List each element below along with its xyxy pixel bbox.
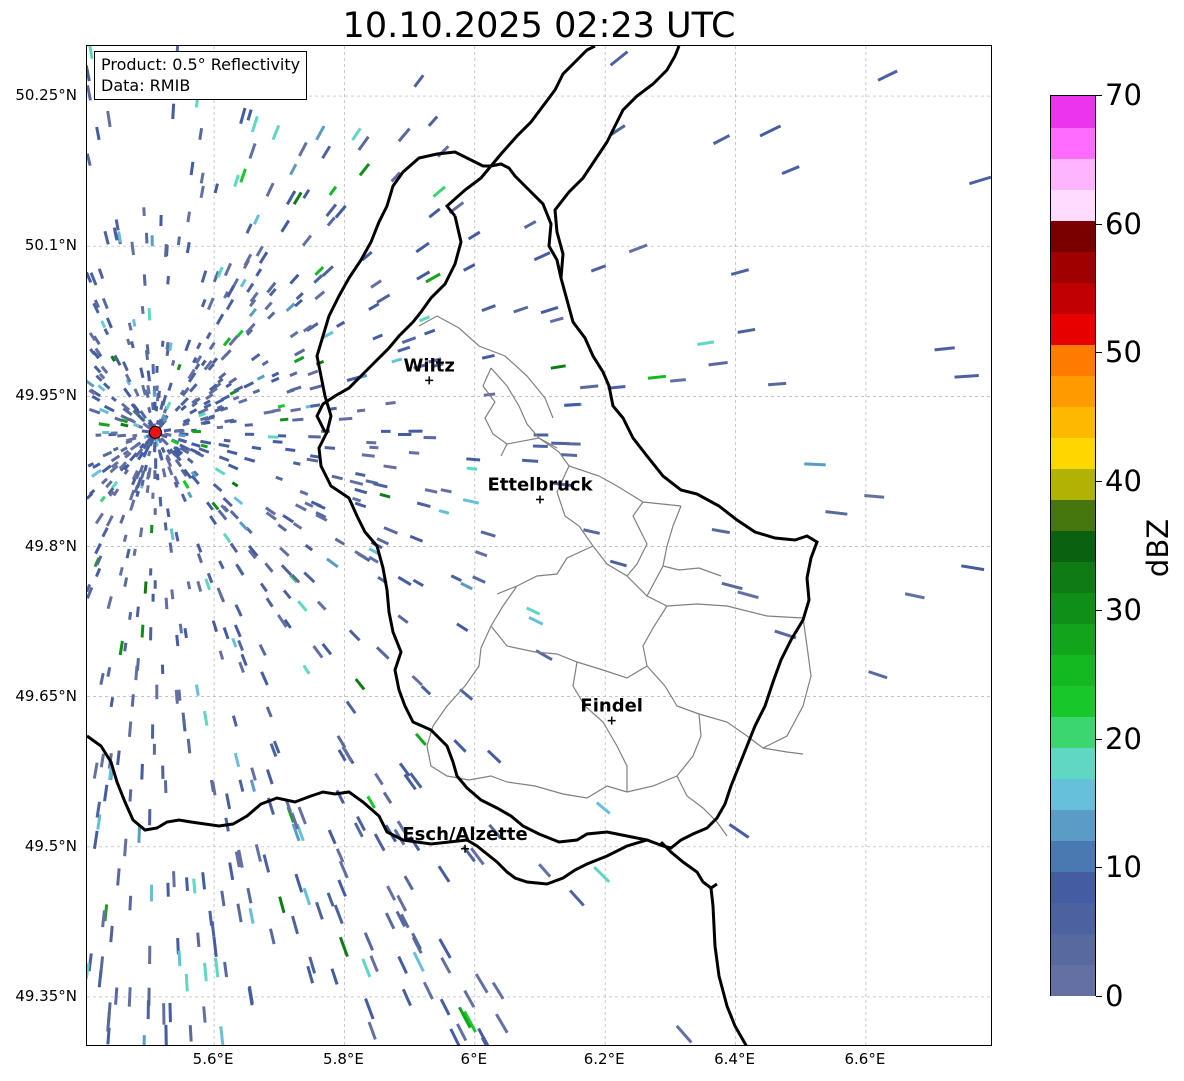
colorbar-segment	[1051, 251, 1095, 283]
product-label: Product: 0.5° Reflectivity	[101, 55, 301, 74]
city-label: Wiltz	[404, 355, 455, 376]
borders	[87, 46, 819, 1045]
dbz-colorbar	[1050, 95, 1096, 996]
map-title: 10.10.2025 02:23 UTC	[342, 6, 736, 46]
colorbar-segment	[1051, 933, 1095, 965]
colorbar-tick	[1096, 95, 1102, 96]
lat-tick-label: 50.25°N	[15, 86, 77, 105]
colorbar-tick-label: 30	[1105, 592, 1142, 627]
colorbar-segment	[1051, 189, 1095, 221]
lon-tick-label: 5.6°E	[192, 1050, 234, 1068]
lat-tick-label: 49.5°N	[24, 836, 77, 855]
city-marker: Esch/Alzette	[402, 824, 528, 853]
colorbar-tick-label: 60	[1105, 206, 1142, 241]
colorbar-tick	[1096, 867, 1102, 869]
city-label: Ettelbruck	[487, 474, 593, 495]
colorbar-segment	[1051, 778, 1095, 810]
colorbar-tick-label: 0	[1105, 979, 1124, 1013]
reflectivity-echoes	[87, 46, 991, 1045]
radar-site	[148, 425, 162, 439]
colorbar-segment	[1051, 375, 1095, 407]
city-marker: Ettelbruck	[487, 474, 594, 504]
data-source-label: Data: RMIB	[101, 76, 191, 95]
city-label: Findel	[580, 696, 643, 717]
lat-tick-label: 49.65°N	[15, 686, 77, 705]
colorbar-segment	[1051, 716, 1095, 748]
city-markers: Wiltz Ettelbruck Findel Esch/Alzette	[402, 355, 643, 853]
colorbar-segment	[1051, 654, 1095, 686]
colorbar-segment	[1051, 468, 1095, 500]
colorbar-segment	[1051, 406, 1095, 438]
radar-map-canvas: Wiltz Ettelbruck Findel Esch/Alzette	[87, 46, 991, 1045]
colorbar-segment	[1051, 530, 1095, 562]
colorbar-segment	[1051, 964, 1095, 996]
lat-tick-label: 49.8°N	[24, 536, 77, 555]
lat-tick-label: 49.95°N	[15, 386, 77, 405]
colorbar-tick	[1096, 996, 1102, 997]
city-marker: Wiltz	[404, 355, 455, 385]
lon-tick-label: 6.4°E	[714, 1050, 755, 1068]
colorbar-segment	[1051, 313, 1095, 345]
lon-tick-label: 6.2°E	[583, 1050, 625, 1068]
colorbar-segment	[1051, 809, 1095, 841]
colorbar-label: dBZ	[1141, 518, 1175, 578]
city-plus-icon	[536, 495, 544, 504]
colorbar-segment	[1051, 127, 1095, 159]
luxembourg-germany-east-border	[489, 46, 681, 279]
lat-tick-label: 49.35°N	[15, 986, 77, 1005]
colorbar-segment	[1051, 871, 1095, 903]
radar-site-icon	[148, 425, 162, 439]
colorbar-segment	[1051, 220, 1095, 252]
colorbar-segment	[1051, 158, 1095, 190]
city-label: Esch/Alzette	[402, 824, 527, 845]
colorbar-tick	[1096, 352, 1102, 354]
product-info-box: Product: 0.5° Reflectivity Data: RMIB	[94, 51, 308, 100]
colorbar-segment	[1051, 344, 1095, 376]
colorbar-segment	[1051, 747, 1095, 779]
colorbar-segment	[1051, 282, 1095, 314]
colorbar-segment	[1051, 561, 1095, 593]
canton-boundaries	[418, 315, 812, 837]
colorbar-tick-label: 20	[1105, 721, 1142, 756]
colorbar-segment	[1051, 902, 1095, 934]
colorbar-segment	[1051, 685, 1095, 717]
city-plus-icon	[607, 716, 616, 725]
luxembourg-border	[315, 150, 819, 850]
colorbar-segment	[1051, 623, 1095, 655]
colorbar-tick-label: 40	[1105, 464, 1142, 499]
lon-tick-label: 6°E	[460, 1050, 488, 1068]
lon-tick-label: 5.8°E	[323, 1050, 364, 1068]
colorbar-segment	[1051, 499, 1095, 531]
colorbar-tick-label: 70	[1105, 78, 1142, 112]
lon-tick-label: 6.6°E	[844, 1050, 886, 1068]
radar-map: Wiltz Ettelbruck Findel Esch/Alzette	[86, 45, 992, 1046]
colorbar-segment	[1051, 437, 1095, 469]
colorbar-tick-label: 50	[1105, 335, 1142, 370]
colorbar-tick	[1096, 609, 1102, 611]
colorbar-tick	[1096, 738, 1102, 740]
colorbar-tick	[1096, 223, 1102, 225]
colorbar-tick	[1096, 481, 1102, 483]
colorbar-segment	[1051, 96, 1095, 128]
colorbar-tick-label: 10	[1105, 850, 1142, 885]
city-plus-icon	[425, 376, 434, 385]
city-marker: Findel	[580, 696, 643, 725]
colorbar-segment	[1051, 840, 1095, 872]
lat-tick-label: 50.1°N	[24, 236, 77, 255]
colorbar-segment	[1051, 592, 1095, 624]
